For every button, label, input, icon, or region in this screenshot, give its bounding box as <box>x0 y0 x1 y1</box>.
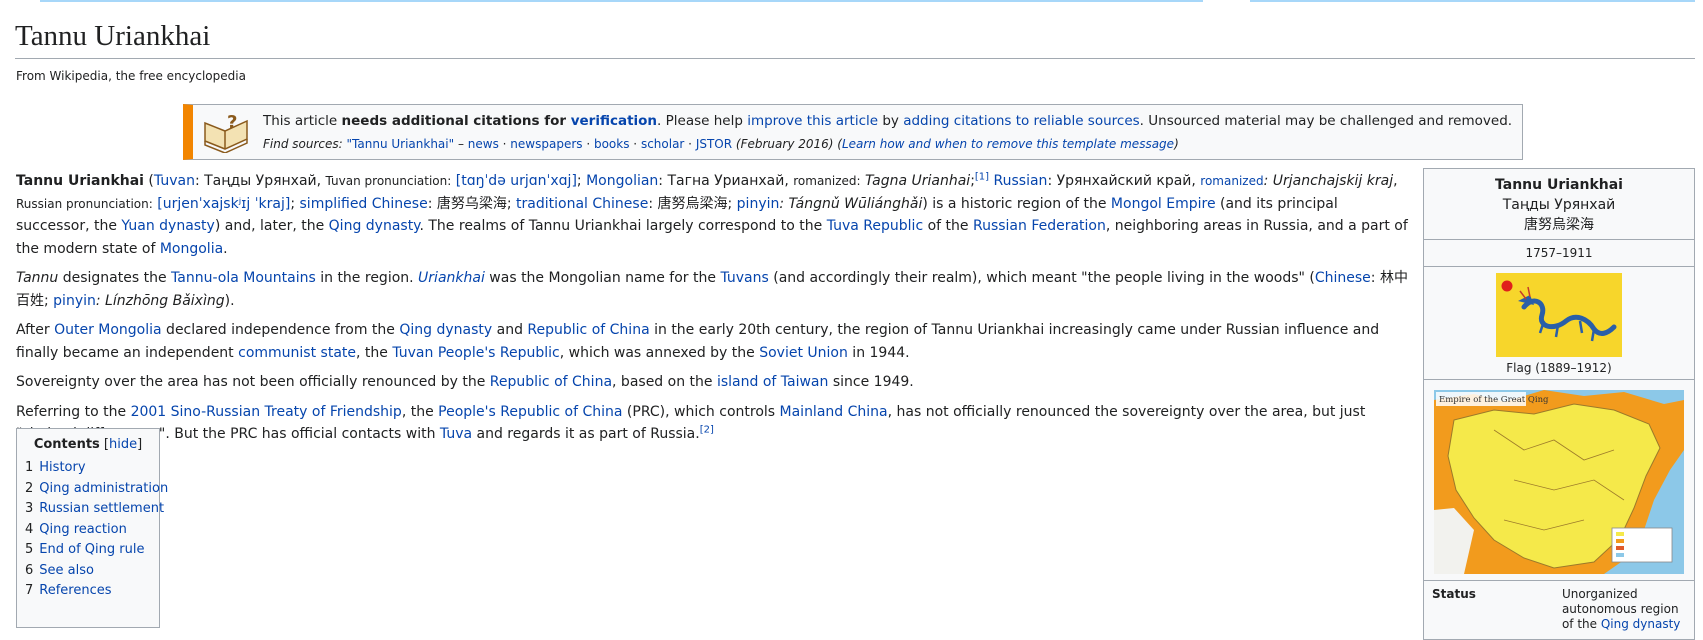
link-island-of-taiwan[interactable]: island of Taiwan <box>717 374 828 390</box>
toc-item-qing-reaction[interactable]: 4 Qing reaction <box>25 522 151 537</box>
link-romanized[interactable]: romanized <box>1200 174 1263 188</box>
table-of-contents: Contents [hide] 1 History 2 Qing administr… <box>16 428 168 628</box>
link-russian-federation[interactable]: Russian Federation <box>973 218 1106 234</box>
find-sources: Find sources: "Tannu Uriankhai" – news ·… <box>263 137 1179 151</box>
link-uriankhai[interactable]: Uriankhai <box>418 270 485 286</box>
infobox-status-row: Status Unorganized autonomous region of … <box>1424 581 1694 638</box>
link-sino-russian-treaty[interactable]: 2001 Sino-Russian Treaty of Friendship <box>131 404 402 420</box>
link-scholar[interactable]: scholar <box>641 137 684 151</box>
map-title: Empire of the Great Qing <box>1439 395 1549 405</box>
link-mongolia[interactable]: Mongolia <box>160 241 223 257</box>
map-cell: Empire of the Great Qing <box>1424 380 1694 581</box>
link-tuvans[interactable]: Tuvans <box>720 270 768 286</box>
link-mongol-empire[interactable]: Mongol Empire <box>1111 196 1216 212</box>
toc-item-russian-settlement[interactable]: 3 Russian settlement <box>25 501 164 516</box>
link-prc[interactable]: People's Republic of China <box>438 404 622 420</box>
infobox-native-name: Таңды Урянхай <box>1502 197 1616 213</box>
link-republic-of-china-2[interactable]: Republic of China <box>490 374 612 390</box>
flag-cell: Flag (1889–1912) <box>1424 267 1694 380</box>
link-ipa-tuvan[interactable]: [tɑŋˈdə urjɑnˈxɑj] <box>451 173 577 189</box>
toc-item-references[interactable]: 7 References <box>25 583 151 598</box>
link-tuvan[interactable]: Tuvan <box>154 173 195 189</box>
infobox-title: Tannu Uriankhai <box>1495 177 1623 193</box>
page-title: Tannu Uriankhai <box>15 18 1695 60</box>
link-remove-template[interactable]: Learn how and when to remove this templa… <box>842 137 1174 151</box>
infobox: Tannu Uriankhai Таңды Урянхай 唐努烏梁海 1757… <box>1423 168 1695 640</box>
link-newspapers[interactable]: newspapers <box>510 137 582 151</box>
status-value: Unorganized autonomous region of the Qin… <box>1561 587 1681 631</box>
link-yuan-dynasty[interactable]: Yuan dynasty <box>121 218 214 234</box>
link-russian[interactable]: Russian <box>994 173 1048 189</box>
link-improve-article[interactable]: improve this article <box>747 113 878 129</box>
link-qing-dynasty[interactable]: Qing dynasty <box>329 218 420 234</box>
link-tuva[interactable]: Tuva <box>440 426 472 442</box>
toc-item-history[interactable]: 1 History <box>25 460 151 475</box>
link-soviet-union[interactable]: Soviet Union <box>759 345 848 361</box>
link-search-term[interactable]: "Tannu Uriankhai" <box>347 137 455 151</box>
lead-paragraph: Tannu Uriankhai (Tuvan: Таңды Урянхай, T… <box>16 171 1408 257</box>
history-paragraph: After Outer Mongolia declared independen… <box>16 322 1380 361</box>
link-chinese[interactable]: Chinese <box>1315 270 1371 286</box>
toc-hide-toggle[interactable]: hide <box>109 437 137 452</box>
link-tuvan-peoples-republic[interactable]: Tuvan People's Republic <box>392 345 559 361</box>
infobox-chinese-name: 唐努烏梁海 <box>1524 217 1594 233</box>
link-verification[interactable]: verification <box>571 113 657 129</box>
link-status-qing-dynasty[interactable]: Qing dynasty <box>1601 617 1681 631</box>
link-simplified-chinese[interactable]: simplified Chinese <box>300 196 428 212</box>
link-republic-of-china[interactable]: Republic of China <box>527 322 649 338</box>
link-books[interactable]: books <box>594 137 630 151</box>
citation-2[interactable]: [2] <box>700 424 714 435</box>
etymology-paragraph: Tannu designates the Tannu-ola Mountains… <box>16 270 1408 309</box>
citation-1[interactable]: [1] <box>975 171 989 182</box>
link-adding-citations[interactable]: adding citations to reliable sources <box>903 113 1139 129</box>
flag-image[interactable] <box>1496 273 1622 357</box>
site-tagline: From Wikipedia, the free encyclopedia <box>16 69 246 83</box>
link-mongolian[interactable]: Mongolian <box>586 173 658 189</box>
book-question-icon: ? <box>204 112 248 153</box>
link-qing-dynasty-2[interactable]: Qing dynasty <box>399 322 492 338</box>
map-image[interactable]: Empire of the Great Qing <box>1434 390 1684 574</box>
treaty-paragraph: Referring to the 2001 Sino-Russian Treat… <box>16 403 1366 443</box>
link-ipa-russian[interactable]: [urjenˈxajskʲɪj ˈkraj] <box>153 196 290 212</box>
link-outer-mongolia[interactable]: Outer Mongolia <box>54 322 162 338</box>
infobox-header: Tannu Uriankhai Таңды Урянхай 唐努烏梁海 <box>1424 169 1694 240</box>
link-jstor[interactable]: JSTOR <box>696 137 732 151</box>
tab-underline <box>1250 0 1695 2</box>
sovereignty-paragraph: Sovereignty over the area has not been o… <box>16 374 914 390</box>
link-pinyin-2[interactable]: pinyin <box>53 293 96 309</box>
infobox-years: 1757–1911 <box>1424 240 1694 267</box>
link-mainland-china[interactable]: Mainland China <box>780 404 888 420</box>
toc-item-qing-administration[interactable]: 2 Qing administration <box>25 481 168 496</box>
link-news[interactable]: news <box>468 137 499 151</box>
citation-notice: ? This article needs additional citation… <box>183 104 1523 160</box>
toc-item-see-also[interactable]: 6 See also <box>25 563 151 578</box>
tab-underline <box>40 0 1203 2</box>
status-label: Status <box>1432 587 1476 601</box>
link-traditional-chinese[interactable]: traditional Chinese <box>516 196 648 212</box>
toc-item-end-of-qing-rule[interactable]: 5 End of Qing rule <box>25 542 151 557</box>
link-communist-state[interactable]: communist state <box>238 345 356 361</box>
flag-caption: Flag (1889–1912) <box>1506 361 1612 375</box>
svg-text:?: ? <box>227 112 237 133</box>
link-tannu-ola-mountains[interactable]: Tannu-ola Mountains <box>171 270 316 286</box>
notice-message: This article needs additional citations … <box>263 113 1513 129</box>
toc-title: Contents <box>33 437 100 452</box>
link-pinyin[interactable]: pinyin <box>737 196 780 212</box>
link-tuva-republic[interactable]: Tuva Republic <box>827 218 923 234</box>
article-body: Tannu Uriankhai (Tuvan: Таңды Урянхай, T… <box>16 170 1410 453</box>
